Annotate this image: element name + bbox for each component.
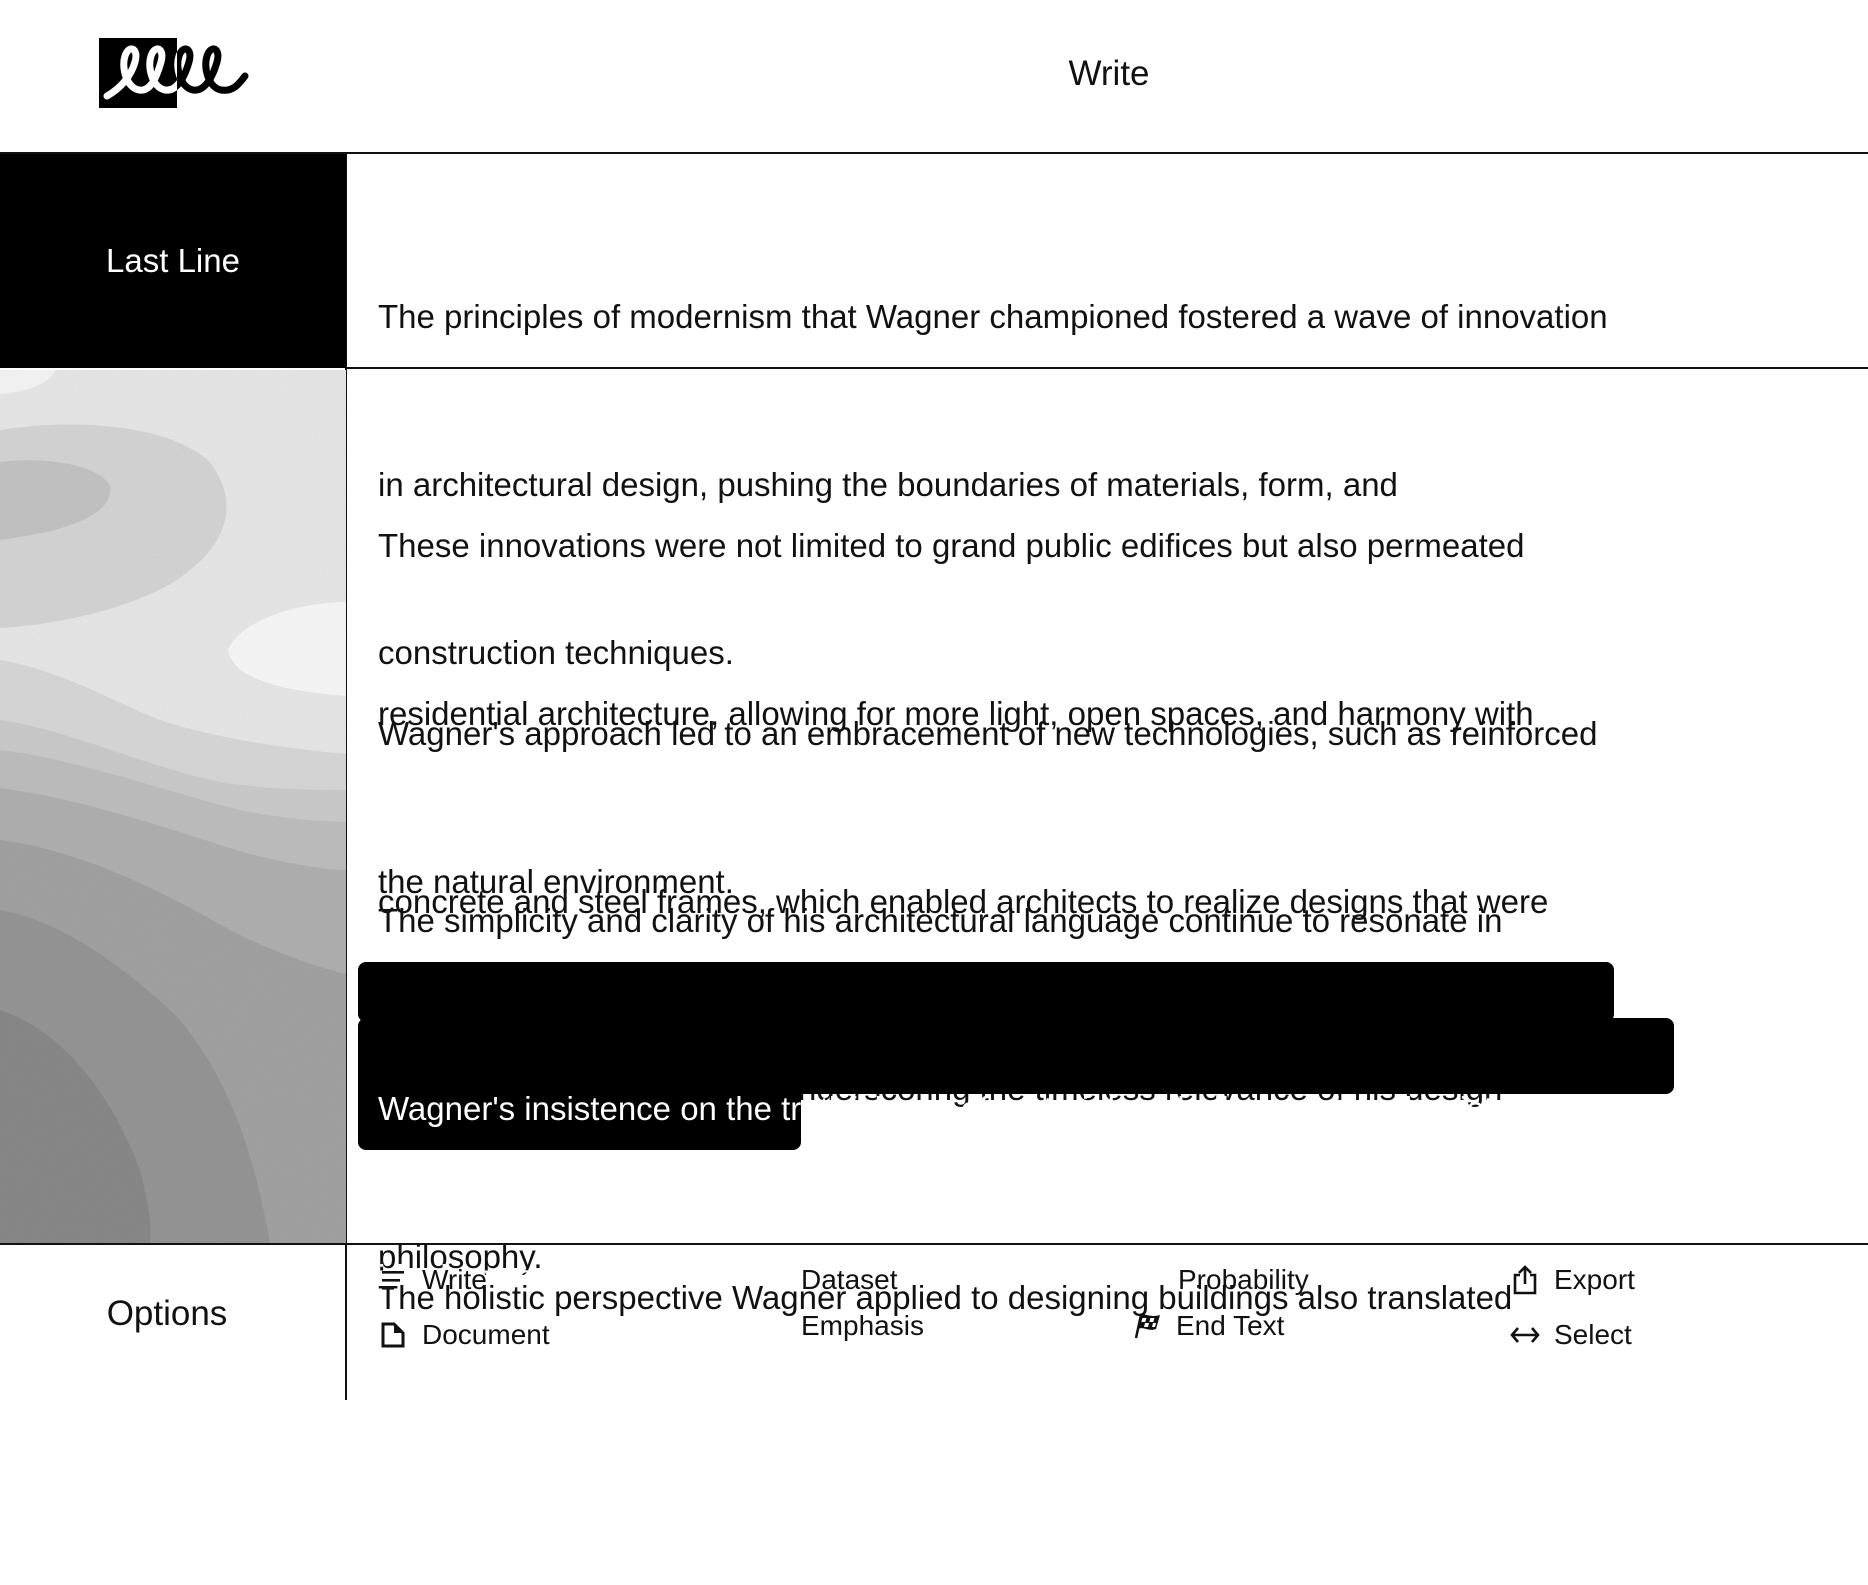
menu-label: End Text	[1176, 1310, 1285, 1341]
app-header: Write	[0, 0, 1868, 153]
menu-item-probability[interactable]: Probability	[1178, 1263, 1309, 1297]
text-line: Wagner's insistence on the truthfulness …	[378, 1090, 1493, 1127]
lines-icon	[376, 1263, 410, 1297]
text-line: The principles of modernism that Wagner …	[378, 298, 1608, 335]
menu-label: Select	[1554, 1319, 1632, 1350]
menu-label: Dataset	[801, 1264, 898, 1295]
menu-item-select[interactable]: Select	[1508, 1318, 1632, 1352]
last-line-tab[interactable]: Last Line	[0, 154, 346, 368]
menu-label: Write	[422, 1264, 487, 1295]
text-line: These innovations were not limited to gr…	[378, 527, 1525, 564]
contour-map-decoration	[0, 370, 346, 1243]
page-title: Write	[1068, 54, 1150, 93]
options-label: Options	[106, 1294, 228, 1333]
menu-item-dataset[interactable]: Dataset	[801, 1263, 898, 1297]
checkered-flag-icon	[1130, 1309, 1164, 1343]
menu-label: Emphasis	[801, 1310, 924, 1341]
menu-label: Probability	[1178, 1264, 1309, 1295]
menu-item-export[interactable]: Export	[1508, 1263, 1635, 1297]
text-line: Wagner's approach led to an embracement …	[378, 715, 1598, 752]
menu-label: Export	[1554, 1264, 1635, 1295]
last-line-label: Last Line	[106, 242, 240, 279]
menu-item-document[interactable]: Document	[376, 1318, 550, 1352]
menu-item-end-text[interactable]: End Text	[1130, 1309, 1284, 1343]
left-right-arrow-icon	[1508, 1318, 1542, 1352]
share-export-icon	[1508, 1263, 1542, 1297]
text-line: of their chosen mediums.	[378, 1426, 747, 1463]
menu-item-emphasis[interactable]: Emphasis	[801, 1309, 924, 1343]
menu-item-write[interactable]: Write	[376, 1263, 487, 1297]
text-line: The simplicity and clarity of his archit…	[378, 902, 1503, 939]
menu-label: Document	[422, 1319, 550, 1350]
document-icon	[376, 1318, 410, 1352]
